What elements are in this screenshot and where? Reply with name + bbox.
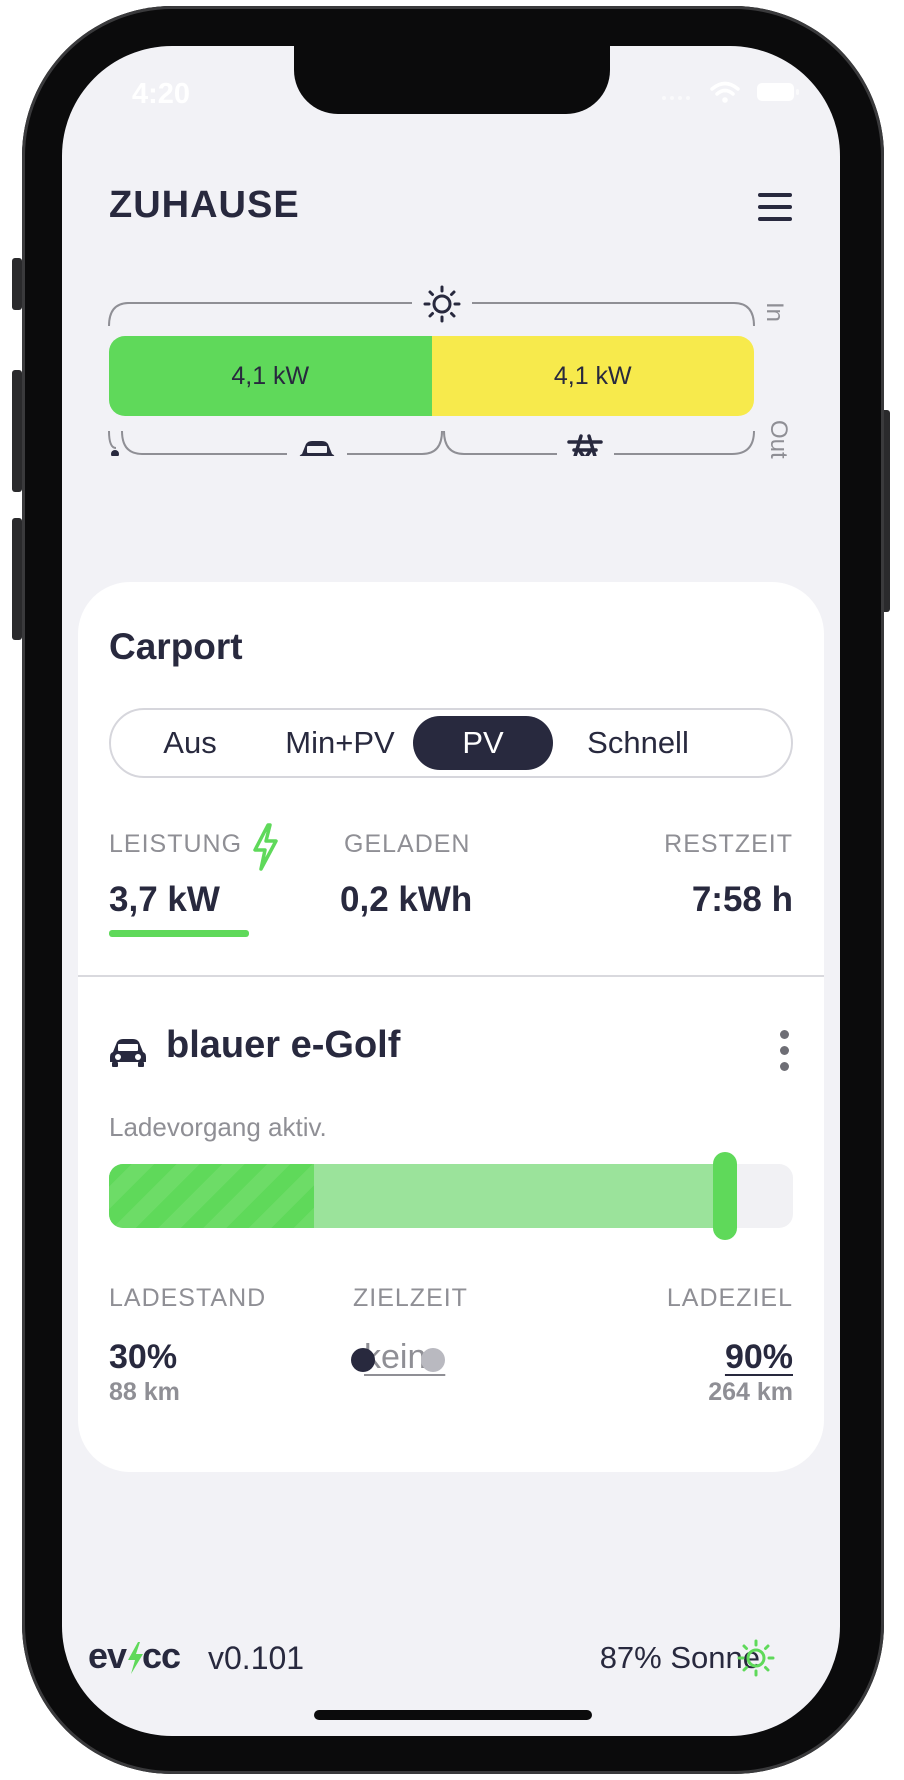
app-screen: 4:20 ZUHAUSE In Out 4,1 kW 4,1 kW Carpor…: [62, 46, 840, 1736]
page-dot-2[interactable]: [421, 1348, 445, 1372]
mode-button-min-pv[interactable]: Min+PV: [266, 716, 414, 770]
flow-out-label: Out: [765, 420, 792, 459]
in-bracket: [108, 302, 412, 327]
cellular-signal-icon: [662, 96, 690, 100]
in-bracket-right: [472, 302, 755, 327]
remaining-value: 7:58 h: [691, 880, 793, 919]
vehicle-name: blauer e-Golf: [166, 1024, 401, 1066]
volume-up-button: [12, 370, 22, 492]
hamburger-menu-icon[interactable]: [758, 193, 792, 221]
out-bracket-home: [108, 430, 117, 449]
status-icons: [660, 81, 800, 103]
charge-mode-selector: Aus Min+PV PV Schnell: [109, 708, 793, 778]
battery-icon: [757, 83, 799, 101]
sun-icon: [423, 285, 461, 323]
card-divider: [78, 975, 824, 977]
evcc-logo: ev cc: [88, 1638, 181, 1676]
remaining-label: RESTZEIT: [664, 830, 793, 858]
flow-segment-pv-grid: 4,1 kW: [431, 336, 754, 416]
status-time: 4:20: [132, 78, 191, 110]
mode-button-aus[interactable]: Aus: [131, 716, 249, 770]
power-value: 3,7 kW: [109, 880, 220, 919]
site-title: ZUHAUSE: [109, 184, 300, 226]
volume-down-button: [12, 518, 22, 640]
out-bracket-car: [121, 430, 443, 455]
camera-notch: [294, 46, 610, 114]
svg-text:cc: cc: [142, 1638, 180, 1676]
sun-icon: [737, 1639, 775, 1677]
soc-range: 88 km: [109, 1378, 180, 1406]
lightning-bolt-icon: [253, 823, 278, 871]
soc-bar: [109, 1164, 793, 1228]
target-soc-label: LADEZIEL: [666, 1284, 793, 1312]
home-indicator: [314, 1710, 592, 1720]
vehicle-options-icon[interactable]: [777, 1030, 791, 1072]
charged-label: GELADEN: [344, 830, 471, 858]
mode-button-schnell[interactable]: Schnell: [563, 716, 713, 770]
wifi-icon: [710, 81, 740, 103]
power-indicator: [109, 930, 249, 937]
mode-button-pv[interactable]: PV: [413, 716, 553, 770]
page-dot-1[interactable]: [351, 1348, 375, 1372]
flow-segment-pv-car: 4,1 kW: [109, 336, 432, 416]
power-label: LEISTUNG: [109, 830, 243, 858]
soc-value: 30%: [109, 1338, 178, 1376]
charging-status: Ladevorgang aktiv.: [109, 1112, 327, 1142]
app-version: v0.101: [208, 1640, 305, 1676]
grid-tower-icon: [567, 434, 603, 456]
house-dot-icon: [111, 450, 119, 456]
energy-flow-bar: 4,1 kW 4,1 kW: [109, 336, 754, 416]
flow-in-label: In: [761, 302, 788, 323]
silent-switch: [12, 258, 22, 310]
charged-value: 0,2 kWh: [340, 880, 473, 919]
target-range: 264 km: [708, 1378, 793, 1406]
target-soc-button[interactable]: 90%: [725, 1338, 793, 1377]
soc-current-fill: [109, 1164, 315, 1228]
loadpoint-card: Carport Aus Min+PV PV Schnell LEISTUNG 3…: [78, 582, 824, 1472]
car-icon: [299, 441, 335, 456]
car-icon: [110, 1039, 146, 1067]
svg-text:ev: ev: [88, 1638, 127, 1676]
soc-label: LADESTAND: [109, 1284, 267, 1312]
soc-target-slider-handle[interactable]: [712, 1152, 737, 1240]
target-time-label: ZIELZEIT: [353, 1284, 468, 1312]
loadpoint-title: Carport: [109, 626, 243, 667]
phone-device: 4:20 ZUHAUSE In Out 4,1 kW 4,1 kW Carpor…: [0, 0, 904, 1780]
